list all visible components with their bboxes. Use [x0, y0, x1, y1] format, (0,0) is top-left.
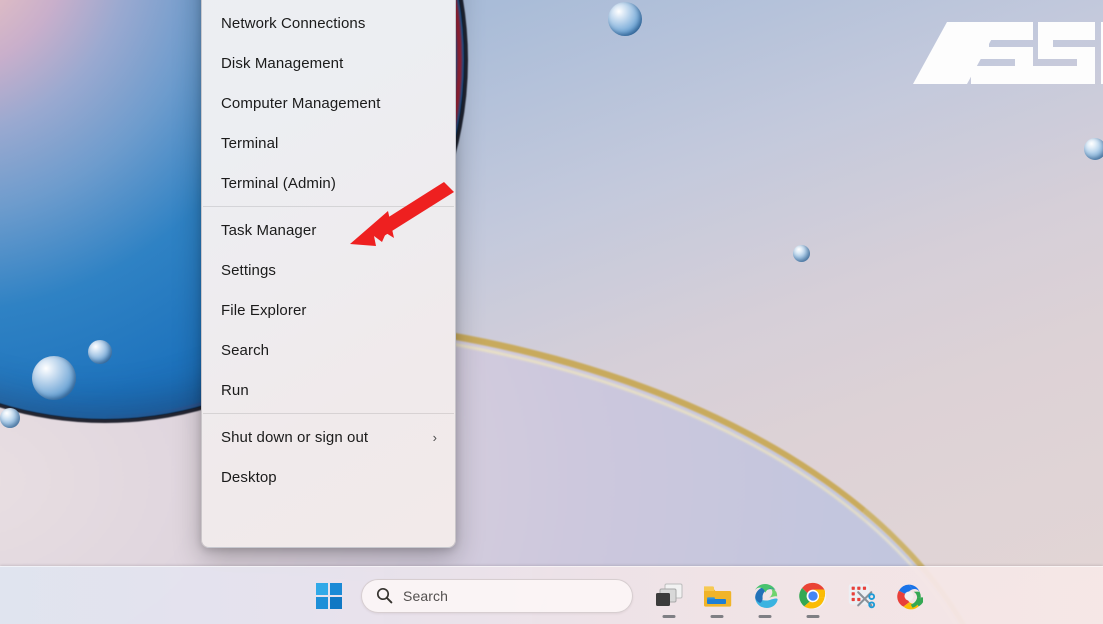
asus-logo — [905, 14, 1103, 92]
menu-item-disk-management[interactable]: Disk Management — [202, 43, 455, 83]
microsoft-edge-icon — [750, 581, 780, 611]
menu-item-desktop[interactable]: Desktop — [202, 457, 455, 497]
menu-item-task-manager[interactable]: Task Manager — [202, 210, 455, 250]
running-indicator — [663, 615, 676, 618]
menu-item-label: Disk Management — [221, 55, 441, 72]
menu-item-terminal-admin[interactable]: Terminal (Admin) — [202, 163, 455, 203]
menu-item-label: Search — [221, 342, 441, 359]
google-chrome-icon — [798, 581, 828, 611]
search-placeholder: Search — [403, 588, 448, 604]
running-indicator — [807, 615, 820, 618]
taskbar-item-microsoft-edge[interactable] — [741, 572, 789, 620]
wallpaper-droplet — [1084, 138, 1103, 160]
menu-item-label: Computer Management — [221, 95, 441, 112]
windows-logo-icon — [316, 583, 342, 609]
running-indicator — [711, 615, 724, 618]
menu-item-label: Shut down or sign out — [221, 429, 433, 446]
menu-item-label: Terminal (Admin) — [221, 175, 441, 192]
snipping-tool-icon — [846, 581, 876, 611]
taskbar: Search — [0, 566, 1103, 624]
wallpaper-droplet — [0, 408, 20, 428]
file-explorer-icon — [702, 581, 732, 611]
menu-item-shut-down-or-sign-out[interactable]: Shut down or sign out › — [202, 417, 455, 457]
desktop-screen: System Device Manager Network Connection… — [0, 0, 1103, 624]
menu-item-label: File Explorer — [221, 302, 441, 319]
taskbar-item-file-explorer[interactable] — [693, 572, 741, 620]
menu-item-run[interactable]: Run — [202, 370, 455, 410]
taskbar-item-google-chrome[interactable] — [789, 572, 837, 620]
desktop-wallpaper[interactable] — [0, 0, 1103, 624]
taskbar-center-group: Search — [305, 567, 933, 624]
menu-item-network-connections[interactable]: Network Connections — [202, 3, 455, 43]
taskbar-item-snipping-tool[interactable] — [837, 572, 885, 620]
menu-item-label: Desktop — [221, 469, 441, 486]
taskbar-item-task-view[interactable] — [645, 572, 693, 620]
taskbar-search-box[interactable]: Search — [361, 579, 633, 613]
menu-separator — [203, 206, 454, 207]
menu-item-terminal[interactable]: Terminal — [202, 123, 455, 163]
menu-item-label: Network Connections — [221, 15, 441, 32]
taskbar-item-microsoft-edge-dev[interactable] — [885, 572, 933, 620]
chevron-right-icon: › — [433, 430, 441, 445]
menu-item-settings[interactable]: Settings — [202, 250, 455, 290]
menu-item-label: Run — [221, 382, 441, 399]
wallpaper-droplet — [32, 356, 76, 400]
wallpaper-droplet — [608, 2, 642, 36]
menu-item-label: Terminal — [221, 135, 441, 152]
menu-item-label: Settings — [221, 262, 441, 279]
menu-item-computer-management[interactable]: Computer Management — [202, 83, 455, 123]
win-x-context-menu[interactable]: System Device Manager Network Connection… — [201, 0, 456, 548]
task-view-icon — [654, 581, 684, 611]
search-icon — [376, 587, 393, 604]
start-button[interactable] — [305, 572, 353, 620]
microsoft-edge-dev-icon — [895, 582, 923, 610]
menu-separator — [203, 413, 454, 414]
wallpaper-droplet — [88, 340, 112, 364]
menu-item-search[interactable]: Search — [202, 330, 455, 370]
menu-item-file-explorer[interactable]: File Explorer — [202, 290, 455, 330]
menu-item-label: Task Manager — [221, 222, 441, 239]
running-indicator — [759, 615, 772, 618]
wallpaper-droplet — [793, 245, 810, 262]
